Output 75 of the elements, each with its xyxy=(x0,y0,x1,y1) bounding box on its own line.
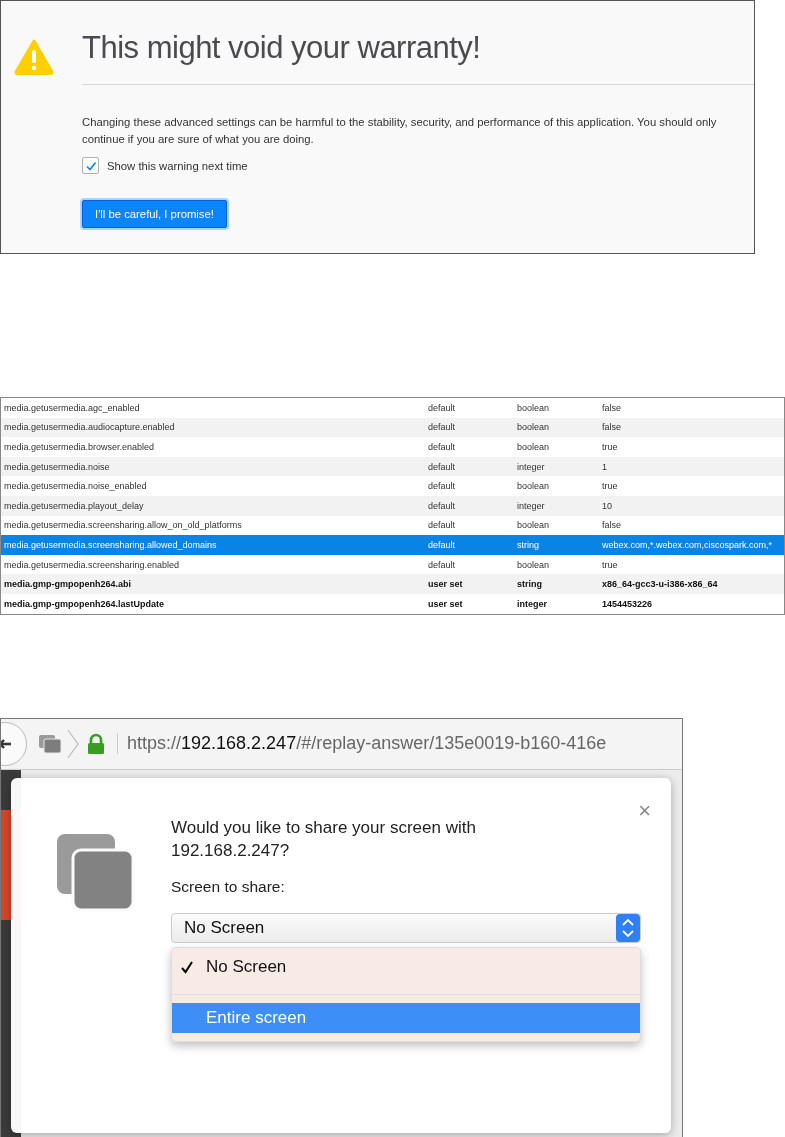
preference-row[interactable]: media.getusermedia.noise default integer 1 xyxy=(1,456,784,477)
table-cell-text: integer xyxy=(517,461,546,472)
screens-icon xyxy=(55,831,135,912)
menu-option[interactable]: No Screen xyxy=(172,951,640,982)
checkmark-icon xyxy=(84,159,97,172)
table-cell-text: false xyxy=(602,402,622,413)
table-cell-text: default xyxy=(428,520,457,531)
table-cell-text: boolean xyxy=(517,559,551,570)
table-cell-text: media.gmp-gmpopenh264.abi xyxy=(3,579,133,590)
table-cell-text: user set xyxy=(428,598,464,609)
checkmark-icon xyxy=(180,959,194,974)
table-cell-text: default xyxy=(428,422,457,433)
warning-title: This might void your warranty! xyxy=(82,30,754,85)
chevron-icon xyxy=(67,728,79,759)
table-cell-text: webex.com,*.webex.com,ciscospark.com,* xyxy=(602,539,774,550)
table-cell-text: media.gmp-gmpopenh264.lastUpdate xyxy=(3,598,166,609)
table-cell-text: true xyxy=(602,481,619,492)
table-cell-text: default xyxy=(428,539,457,550)
table-cell-text: boolean xyxy=(517,422,551,433)
table-cell-text: 10 xyxy=(602,500,613,511)
table-cell-text: default xyxy=(428,559,457,570)
table-cell-text: media.getusermedia.browser.enabled xyxy=(3,442,156,452)
table-cell-text: boolean xyxy=(517,481,551,492)
checkbox-label: Show this warning next time xyxy=(107,159,248,172)
table-cell-text: default xyxy=(428,442,457,452)
stepper-icon xyxy=(616,913,640,942)
preference-row[interactable]: media.getusermedia.browser.enabled default boolean true xyxy=(1,437,784,457)
table-cell-text: default xyxy=(428,500,457,511)
table-cell-text: media.getusermedia.noise_enabled xyxy=(3,481,148,492)
table-cell-text: integer xyxy=(517,598,548,609)
table-cell-text: media.getusermedia.screensharing.enabled xyxy=(3,559,181,570)
preference-row[interactable]: media.getusermedia.audiocapture.enabled default boolean false xyxy=(1,417,784,438)
table-cell-text: media.getusermedia.playout_delay xyxy=(3,500,145,511)
table-cell-text: boolean xyxy=(517,520,551,531)
warning-icon xyxy=(14,39,54,75)
table-cell-text: x86_64-gcc3-u-i386-x86_64 xyxy=(602,579,719,590)
table-cell-text: string xyxy=(517,579,543,590)
table-cell-text: 1 xyxy=(602,461,608,472)
table-cell-text: 1454453226 xyxy=(602,598,654,609)
preference-row[interactable]: media.gmp-gmpopenh264.abi user set string x86_64-gcc3-u-i386-x86_64 xyxy=(1,574,784,594)
select-label: Screen to share: xyxy=(171,877,286,896)
table-cell-text: media.getusermedia.screensharing.allow_on_old_platforms xyxy=(3,520,243,531)
share-question: Would you like to share your screen with 192.168.2.247? xyxy=(171,816,477,862)
table-cell-text: string xyxy=(517,539,540,550)
table-cell-text: true xyxy=(602,442,619,452)
table-cell-text: default xyxy=(428,481,457,492)
table-cell-text: default xyxy=(428,461,457,472)
table-cell-text: default xyxy=(428,402,457,413)
table-cell-text: media.getusermedia.agc_enabled xyxy=(3,402,141,413)
close-button[interactable]: × xyxy=(638,799,651,822)
table-cell-text: false xyxy=(602,520,622,531)
checkbox[interactable] xyxy=(82,157,99,174)
table-cell-text: media.getusermedia.audiocapture.enabled xyxy=(3,422,176,433)
warning-message: Changing these advanced settings can be harmful to the stability, security, and performance of this application. You should only continue if you are sure of what you are doing. xyxy=(82,115,718,147)
preference-row[interactable]: media.getusermedia.playout_delay default integer 10 xyxy=(1,495,784,516)
screen-select[interactable]: No Screen xyxy=(171,912,641,943)
screen-share-icon[interactable] xyxy=(37,732,63,755)
table-cell-text: integer xyxy=(517,500,546,511)
preference-row[interactable]: media.getusermedia.screensharing.allow_on_old_platforms default boolean false xyxy=(1,515,784,536)
preference-row[interactable]: media.getusermedia.screensharing.enabled default boolean true xyxy=(1,554,784,575)
url-text[interactable]: https://192.168.2.247/#/replay-answer/135e0019-b160-416e xyxy=(117,733,607,755)
preference-row[interactable]: media.getusermedia.noise_enabled default boolean true xyxy=(1,476,784,496)
table-cell-text: true xyxy=(602,559,619,570)
table-cell-text: media.getusermedia.screensharing.allowed_domains xyxy=(3,539,218,550)
table-cell-text: boolean xyxy=(517,402,551,413)
preference-row[interactable]: media.gmp-gmpopenh264.lastUpdate user set integer 1454453226 xyxy=(1,593,784,614)
lock-icon xyxy=(87,732,105,755)
table-cell-text: user set xyxy=(428,579,464,590)
table-cell-text: media.getusermedia.noise xyxy=(3,461,111,472)
table-cell-text: false xyxy=(602,422,622,433)
preference-row[interactable]: media.getusermedia.agc_enabled default boolean false xyxy=(1,398,784,418)
table-cell-text: boolean xyxy=(517,442,551,452)
preference-row[interactable]: media.getusermedia.screensharing.allowed_domains default string webex.com,*.webex.com,ciscospark.com,* xyxy=(1,535,784,555)
back-arrow-icon xyxy=(1,736,12,751)
confirm-button[interactable]: I'll be careful, I promise! xyxy=(82,200,227,228)
